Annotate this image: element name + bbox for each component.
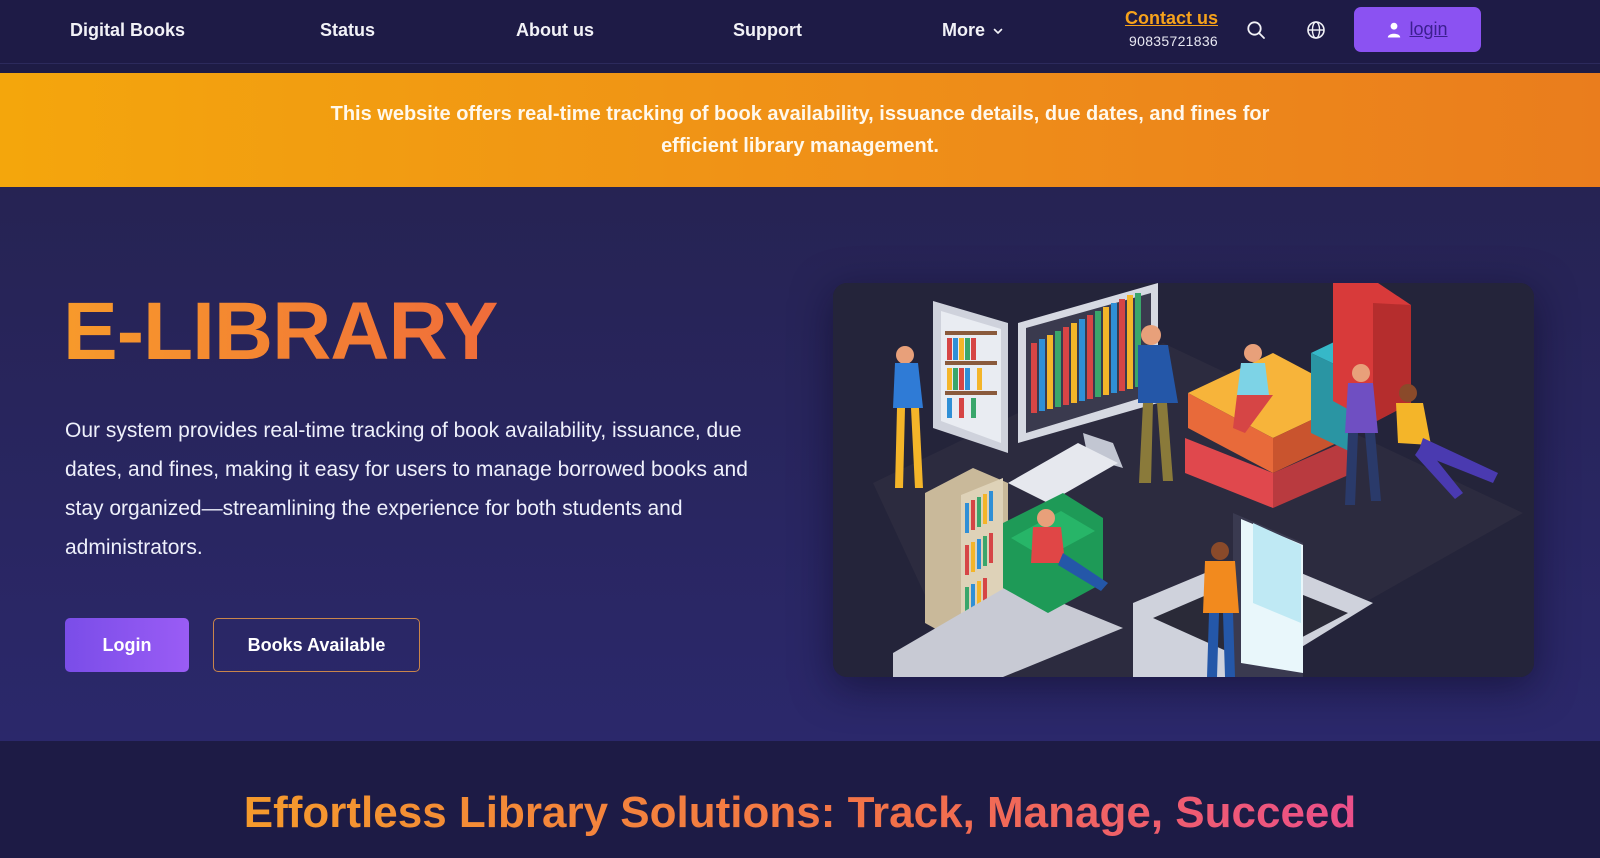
hero-login-button[interactable]: Login [65, 618, 189, 672]
nav-more-label: More [942, 20, 986, 40]
top-navbar: Digital Books Status About us Support Mo… [0, 0, 1600, 64]
nav-link-support[interactable]: Support [733, 20, 802, 41]
library-illustration [833, 283, 1534, 677]
chevron-down-icon [993, 28, 1003, 34]
contact-phone: 90835721836 [1129, 33, 1218, 49]
info-banner: This website offers real-time tracking o… [0, 73, 1600, 187]
search-icon [1247, 21, 1265, 39]
user-icon [1388, 22, 1401, 37]
login-button-top[interactable]: login [1354, 7, 1481, 52]
nav-link-status[interactable]: Status [320, 20, 375, 41]
globe-icon [1307, 21, 1325, 39]
features-heading: Effortless Library Solutions: Track, Man… [0, 788, 1600, 837]
search-button[interactable] [1243, 17, 1269, 43]
isometric-library-illustration [833, 283, 1534, 677]
nav-link-about[interactable]: About us [516, 20, 594, 41]
contact-us-link[interactable]: Contact us [1100, 8, 1218, 29]
hero-section: E-LIBRARY Our system provides real-time … [0, 187, 1600, 741]
features-heading-text: Effortless Library Solutions: Track, Man… [243, 788, 1357, 837]
language-button[interactable] [1303, 17, 1329, 43]
login-label-top: login [1409, 19, 1448, 39]
hero-title: E-LIBRARY [63, 286, 498, 377]
hero-description: Our system provides real-time tracking o… [65, 419, 748, 559]
banner-text: This website offers real-time tracking o… [330, 103, 1270, 157]
contact-block: Contact us 90835721836 [1100, 8, 1218, 49]
features-section: Effortless Library Solutions: Track, Man… [0, 741, 1600, 858]
books-available-button[interactable]: Books Available [213, 618, 420, 672]
brand-link[interactable]: Digital Books [70, 20, 185, 41]
nav-more-dropdown[interactable]: More [942, 20, 1003, 41]
